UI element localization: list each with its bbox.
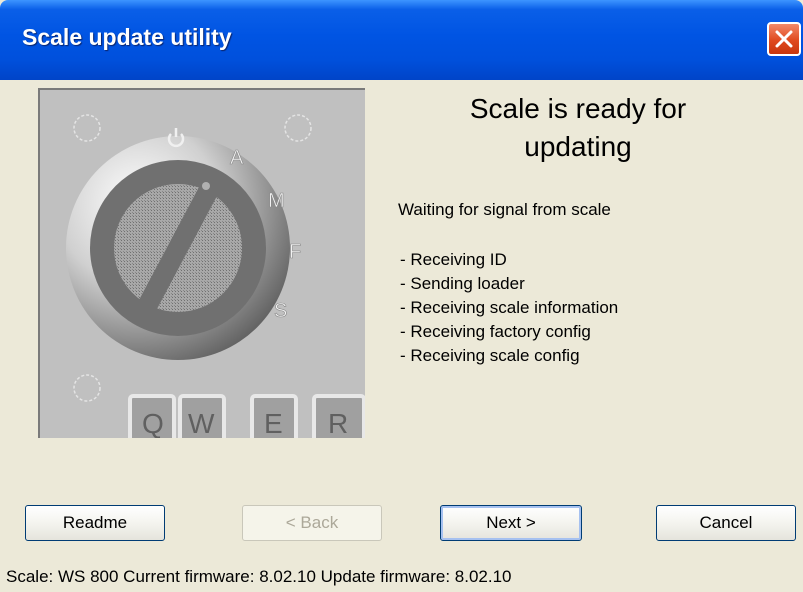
svg-text:Q: Q <box>142 408 164 438</box>
list-item: - Receiving scale information <box>400 298 619 317</box>
svg-text:R: R <box>328 408 348 438</box>
list-item: - Receiving scale config <box>400 346 580 365</box>
dial-label: A <box>230 147 244 169</box>
list-item: - Receiving factory config <box>400 322 591 341</box>
list-item: - Sending loader <box>400 274 525 293</box>
key-q: Q <box>128 394 176 438</box>
back-button: < Back <box>242 505 382 541</box>
status-text: Waiting for signal from scale <box>398 200 611 219</box>
window-title: Scale update utility <box>22 24 232 50</box>
close-button[interactable] <box>767 22 801 56</box>
readme-button[interactable]: Readme <box>25 505 165 541</box>
corner-screw <box>73 114 101 142</box>
key-e: E <box>250 394 298 438</box>
key-r: R <box>312 394 365 438</box>
dial-label: S <box>274 300 287 322</box>
key-w: W <box>178 394 226 438</box>
status-bar: Scale: WS 800 Current firmware: 8.02.10 … <box>6 567 512 586</box>
svg-text:W: W <box>188 408 215 438</box>
corner-screw <box>73 374 101 402</box>
page-title: Scale is ready for updating <box>469 93 687 162</box>
close-icon <box>775 30 793 48</box>
list-item: - Receiving ID <box>400 250 507 269</box>
svg-text:E: E <box>264 408 283 438</box>
app-window: Scale update utility A M F S Q W E R Sca… <box>0 0 803 592</box>
cancel-button[interactable]: Cancel <box>656 505 796 541</box>
scale-illustration: A M F S Q W E R <box>38 88 365 438</box>
corner-screw <box>284 114 312 142</box>
step-list: - Receiving ID - Sending loader - Receiv… <box>400 248 618 368</box>
dial-indicator <box>202 182 210 190</box>
dial-label: M <box>268 190 285 212</box>
next-button[interactable]: Next > <box>440 505 582 541</box>
dial-label: F <box>289 241 301 263</box>
title-bar[interactable]: Scale update utility <box>0 0 803 80</box>
